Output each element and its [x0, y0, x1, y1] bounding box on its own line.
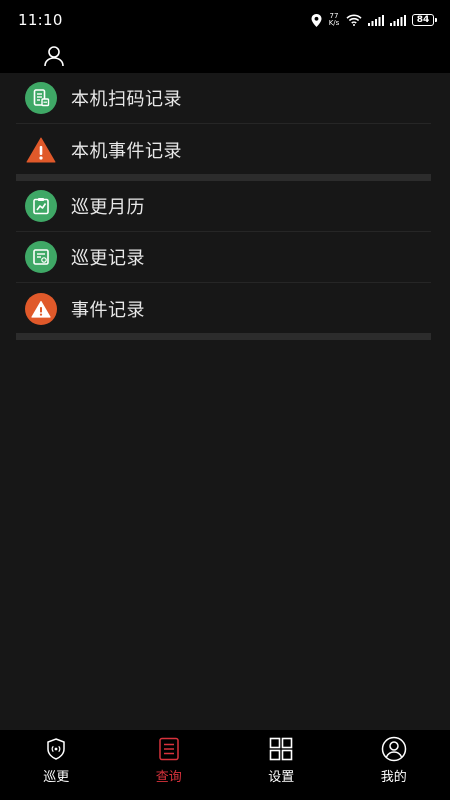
- warning-circle-icon: [25, 292, 57, 325]
- status-bar: 11:10 77 K/s 84: [0, 0, 450, 40]
- location-icon: [311, 13, 322, 27]
- net-speed-unit: K/s: [328, 19, 340, 27]
- list-icon: [156, 736, 182, 762]
- status-time: 11:10: [18, 11, 63, 29]
- menu-item-local-scan-records[interactable]: 本机扫码记录: [16, 73, 431, 124]
- nav-tab-me[interactable]: 我的: [338, 730, 450, 800]
- nav-tab-patrol[interactable]: 巡更: [0, 730, 113, 800]
- battery-indicator: 84: [412, 14, 437, 26]
- bottom-nav: 巡更 查询 设置 我的: [0, 730, 450, 800]
- menu-item-label: 本机扫码记录: [71, 89, 182, 110]
- nav-label: 我的: [380, 770, 407, 785]
- nav-label: 设置: [268, 770, 295, 785]
- record-list-icon: [25, 241, 57, 273]
- menu-item-local-event-records[interactable]: 本机事件记录: [16, 124, 431, 175]
- nav-label: 查询: [155, 770, 182, 785]
- signal-icon-2: [390, 14, 406, 26]
- nav-tab-settings[interactable]: 设置: [225, 730, 338, 800]
- section-divider: [16, 174, 431, 181]
- profile-icon: [381, 736, 407, 762]
- menu-item-label: 事件记录: [71, 299, 145, 321]
- scan-record-icon: [25, 82, 57, 114]
- section-divider: [16, 333, 431, 340]
- wifi-icon: [346, 14, 362, 26]
- warning-triangle-icon: [25, 134, 57, 166]
- patrol-shield-icon: [43, 736, 69, 762]
- net-speed: 77 K/s: [328, 13, 340, 27]
- menu-item-event-records[interactable]: 事件记录: [16, 283, 431, 334]
- menu-item-patrol-calendar[interactable]: 巡更月历: [16, 181, 431, 232]
- menu-group-patrol: 巡更月历 巡更记录 事件记录: [0, 181, 450, 334]
- user-icon[interactable]: [42, 44, 66, 68]
- menu-item-patrol-records[interactable]: 巡更记录: [16, 232, 431, 283]
- top-bar: [0, 40, 450, 73]
- menu-item-label: 巡更月历: [71, 197, 145, 218]
- menu-item-label: 巡更记录: [71, 248, 145, 269]
- status-icons: 77 K/s 84: [311, 13, 437, 27]
- menu-group-local: 本机扫码记录 本机事件记录: [0, 73, 450, 175]
- nav-label: 巡更: [43, 770, 70, 785]
- nav-tab-query[interactable]: 查询: [113, 730, 226, 800]
- menu-item-label: 本机事件记录: [71, 140, 182, 162]
- signal-icon-1: [368, 14, 384, 26]
- calendar-chart-icon: [25, 190, 57, 222]
- grid-icon: [268, 736, 294, 762]
